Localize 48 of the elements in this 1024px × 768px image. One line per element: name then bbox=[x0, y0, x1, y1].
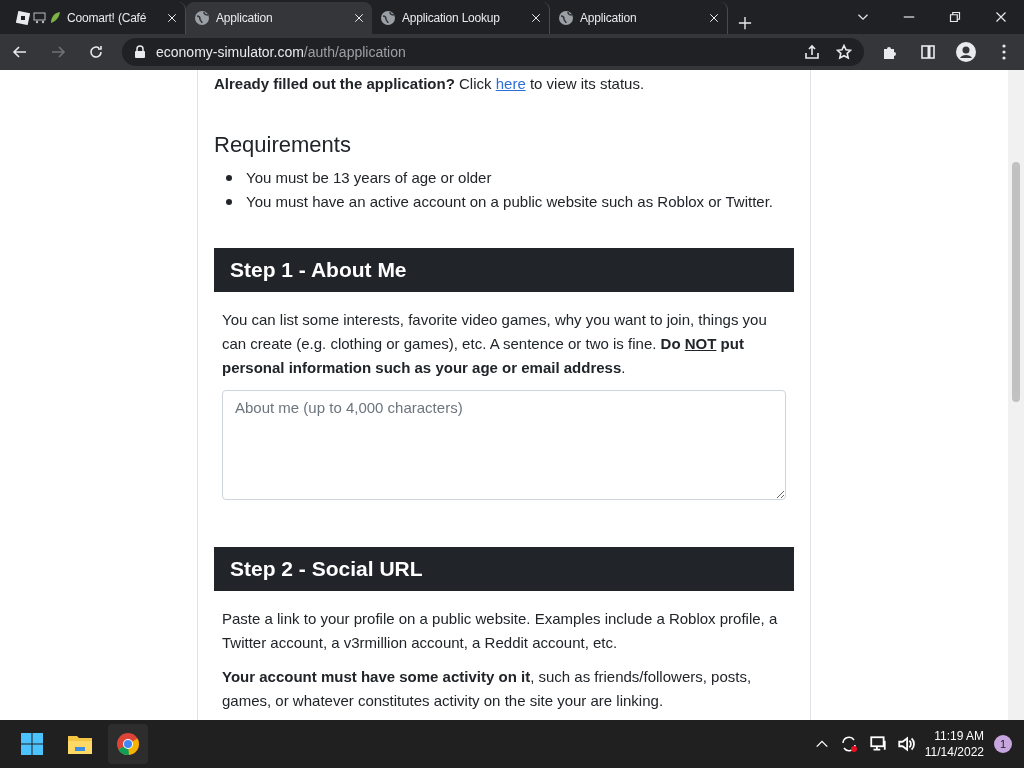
close-icon[interactable] bbox=[709, 13, 719, 23]
paragraph: You can list some interests, favorite video games, why you want to join, things you can create (e.g. clothing or games), etc. A sentence or two is fine. Do NOT put personal information such as your age or email address. bbox=[222, 310, 768, 378]
close-icon[interactable] bbox=[354, 13, 364, 23]
notification-badge[interactable]: 1 bbox=[994, 735, 1012, 753]
globe-icon bbox=[380, 10, 396, 26]
reload-icon[interactable] bbox=[88, 44, 104, 60]
status-link[interactable]: here bbox=[495, 75, 526, 92]
network-icon[interactable] bbox=[868, 735, 887, 753]
star-icon[interactable] bbox=[836, 44, 852, 60]
side-panel-icon[interactable] bbox=[920, 44, 936, 60]
requirement-text: You must be 13 years of age or older bbox=[246, 168, 492, 188]
globe-icon bbox=[194, 10, 210, 26]
share-icon[interactable] bbox=[804, 44, 820, 60]
intro-text: to view its status. bbox=[528, 75, 645, 92]
profile-icon[interactable] bbox=[956, 42, 976, 62]
game-icon bbox=[16, 11, 30, 25]
close-icon[interactable] bbox=[167, 13, 177, 23]
plus-icon[interactable] bbox=[738, 16, 752, 30]
paragraph: Paste a link to your profile on a public website. Examples include a Roblox profile, a Twitter account, a v3rmillion account, a Reddit account, etc. bbox=[222, 609, 779, 653]
chrome-icon[interactable] bbox=[116, 732, 140, 756]
requirement-text: You must have an active account on a public website such as Roblox or Twitter. bbox=[246, 192, 773, 212]
browser-tab[interactable]: Application bbox=[186, 2, 372, 34]
address-bar[interactable]: economy-simulator.com/auth/application bbox=[122, 38, 864, 66]
restore-icon[interactable] bbox=[949, 11, 961, 23]
windows-logo-icon[interactable] bbox=[20, 732, 44, 756]
intro-text: Already filled out the application? Click bbox=[214, 75, 493, 92]
back-arrow-icon[interactable] bbox=[12, 44, 28, 60]
speaker-icon[interactable] bbox=[896, 735, 915, 753]
close-icon[interactable] bbox=[995, 11, 1007, 23]
section-heading: Requirements bbox=[214, 131, 352, 159]
step-heading: Step 1 - About Me bbox=[214, 248, 794, 292]
puzzle-icon[interactable] bbox=[882, 44, 898, 60]
lock-icon bbox=[134, 45, 146, 59]
globe-icon bbox=[558, 10, 574, 26]
forward-arrow-icon[interactable] bbox=[50, 44, 66, 60]
menu-icon[interactable] bbox=[1002, 44, 1006, 60]
paragraph: Your account must have some activity on it, such as friends/followers, posts, games, or whatever constitutes activity on the site your are linking. bbox=[222, 667, 753, 711]
folder-icon[interactable] bbox=[67, 733, 93, 755]
step-heading: Step 2 - Social URL bbox=[214, 547, 794, 591]
url-text: economy-simulator.com/auth/application bbox=[156, 44, 406, 60]
cart-icon bbox=[33, 11, 46, 24]
leaf-icon bbox=[49, 11, 61, 24]
close-icon[interactable] bbox=[531, 13, 541, 23]
scrollbar[interactable] bbox=[1008, 70, 1024, 720]
bullet-icon bbox=[226, 175, 232, 181]
bullet-icon bbox=[226, 199, 232, 205]
clock[interactable]: 11:19 AM 11/14/2022 bbox=[924, 728, 984, 760]
about-me-field[interactable]: About me (up to 4,000 characters) bbox=[222, 390, 786, 500]
